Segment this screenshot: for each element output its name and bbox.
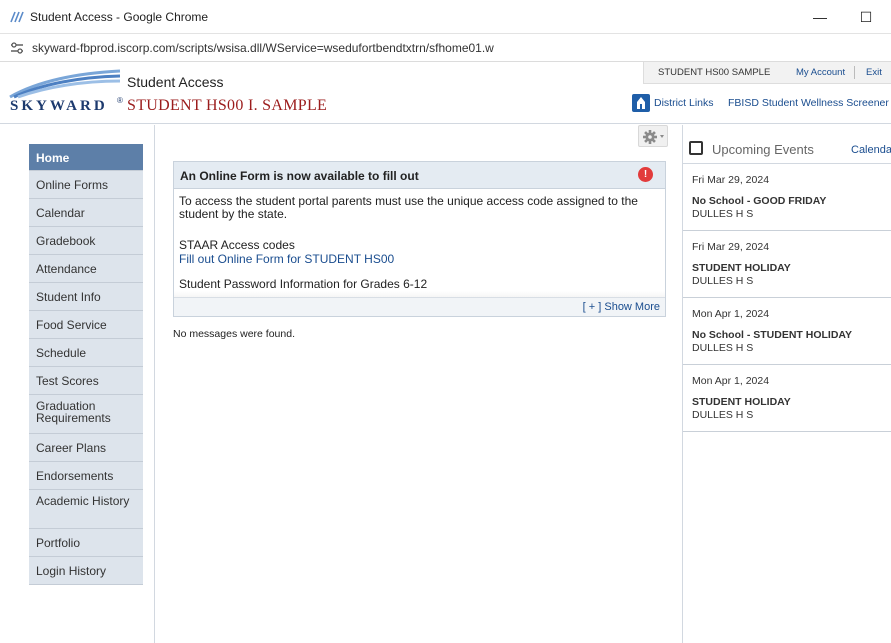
event-name: No School - GOOD FRIDAY (692, 195, 827, 207)
event-school: DULLES H S (692, 342, 754, 354)
sidebar-nav: Home Online Forms Calendar Gradebook Att… (29, 144, 143, 585)
exit-link[interactable]: Exit (866, 67, 882, 78)
event-date: Mon Apr 1, 2024 (692, 375, 770, 387)
skyward-logo: SKYWARD ® (8, 69, 123, 119)
browser-title-bar: Student Access - Google Chrome — ☐ (0, 0, 891, 34)
chevron-down-icon (660, 135, 664, 138)
event-name: STUDENT HOLIDAY (692, 396, 791, 408)
no-messages-text: No messages were found. (173, 328, 295, 340)
message-body: To access the student portal parents mus… (179, 194, 638, 221)
password-info-text: Student Password Information for Grades … (179, 277, 428, 291)
maximize-button[interactable]: ☐ (852, 6, 880, 28)
district-building-icon[interactable] (632, 94, 650, 112)
logo-text: SKYWARD (10, 98, 108, 114)
address-bar[interactable]: skyward-fbprod.iscorp.com/scripts/wsisa.… (0, 34, 891, 62)
logo-swoosh-icon (9, 69, 121, 99)
student-name: STUDENT HS00 I. SAMPLE (127, 97, 328, 114)
staar-access-codes: STAAR Access codes (179, 238, 295, 252)
event-item[interactable]: Mon Apr 1, 2024 STUDENT HOLIDAY DULLES H… (683, 365, 891, 432)
sidebar-item-gradebook[interactable]: Gradebook (29, 227, 143, 255)
sidebar-item-attendance[interactable]: Attendance (29, 255, 143, 283)
left-pane: Home Online Forms Calendar Gradebook Att… (0, 125, 155, 643)
event-item[interactable]: Mon Apr 1, 2024 No School - STUDENT HOLI… (683, 298, 891, 365)
site-settings-icon[interactable] (10, 41, 24, 55)
sidebar-item-online-forms[interactable]: Online Forms (29, 171, 143, 199)
upcoming-events-title: Upcoming Events (712, 142, 814, 157)
user-bar-divider (854, 66, 855, 79)
user-name: STUDENT HS00 SAMPLE (658, 67, 771, 78)
online-form-message: An Online Form is now available to fill … (173, 161, 666, 317)
sidebar-item-academic-history[interactable]: Academic History (29, 490, 143, 529)
sidebar-item-food-service[interactable]: Food Service (29, 311, 143, 339)
url-text[interactable]: skyward-fbprod.iscorp.com/scripts/wsisa.… (32, 41, 494, 55)
event-item[interactable]: Fri Mar 29, 2024 No School - GOOD FRIDAY… (683, 164, 891, 231)
sidebar-item-login-history[interactable]: Login History (29, 557, 143, 585)
upcoming-events-pane: Upcoming Events Calendar Fri Mar 29, 202… (682, 125, 891, 643)
show-more-link[interactable]: [ + ] Show More (583, 301, 660, 313)
gear-icon (643, 130, 664, 144)
settings-gear-button[interactable] (638, 125, 668, 147)
event-date: Fri Mar 29, 2024 (692, 174, 770, 186)
sidebar-item-portfolio[interactable]: Portfolio (29, 529, 143, 557)
event-school: DULLES H S (692, 208, 754, 220)
fill-out-form-link[interactable]: Fill out Online Form for STUDENT HS00 (179, 252, 394, 266)
event-school: DULLES H S (692, 275, 754, 287)
event-item[interactable]: Fri Mar 29, 2024 STUDENT HOLIDAY DULLES … (683, 231, 891, 298)
user-bar: STUDENT HS00 SAMPLE My Account Exit (643, 62, 891, 84)
page-header: SKYWARD ® Student Access STUDENT HS00 I.… (0, 62, 891, 124)
event-date: Fri Mar 29, 2024 (692, 241, 770, 253)
sidebar-item-calendar[interactable]: Calendar (29, 199, 143, 227)
show-more-bar: [ + ] Show More (174, 297, 665, 316)
skyward-app-icon (10, 11, 24, 23)
sidebar-item-student-info[interactable]: Student Info (29, 283, 143, 311)
sidebar-item-schedule[interactable]: Schedule (29, 339, 143, 367)
sidebar-item-test-scores[interactable]: Test Scores (29, 367, 143, 395)
sidebar-item-career-plans[interactable]: Career Plans (29, 434, 143, 462)
calendar-icon (689, 141, 703, 155)
event-school: DULLES H S (692, 409, 754, 421)
my-account-link[interactable]: My Account (796, 67, 845, 78)
message-header: An Online Form is now available to fill … (174, 162, 665, 189)
logo-registered-mark: ® (117, 96, 123, 105)
message-title: An Online Form is now available to fill … (180, 169, 419, 183)
app-name: Student Access (127, 74, 224, 90)
sidebar-item-graduation-requirements[interactable]: Graduation Requirements (29, 395, 143, 434)
wellness-screener-link[interactable]: FBISD Student Wellness Screener (728, 97, 889, 109)
calendar-link[interactable]: Calendar (851, 144, 891, 156)
event-name: STUDENT HOLIDAY (692, 262, 791, 274)
district-links[interactable]: District Links (654, 97, 714, 109)
sidebar-item-endorsements[interactable]: Endorsements (29, 462, 143, 490)
minimize-button[interactable]: — (806, 6, 834, 28)
event-name: No School - STUDENT HOLIDAY (692, 329, 853, 341)
event-date: Mon Apr 1, 2024 (692, 308, 770, 320)
sidebar-item-home[interactable]: Home (29, 144, 143, 171)
window-title: Student Access - Google Chrome (30, 10, 209, 24)
alert-icon: ! (638, 167, 653, 182)
